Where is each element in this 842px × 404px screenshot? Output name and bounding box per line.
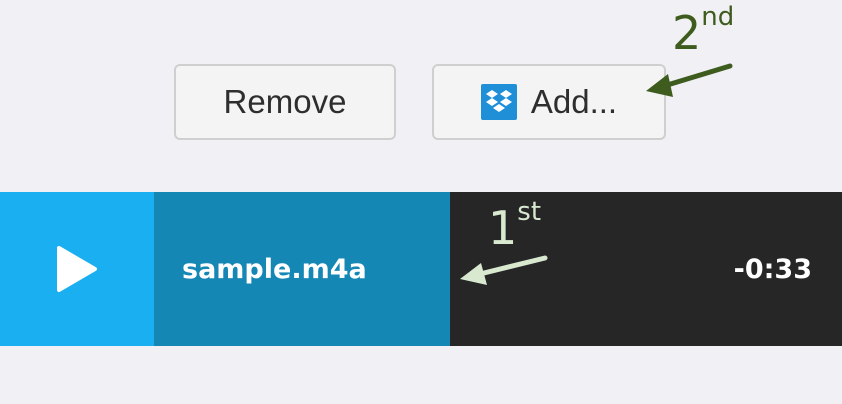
annotation-arrows bbox=[460, 63, 733, 285]
arrow-second bbox=[646, 63, 733, 97]
arrow-first bbox=[460, 255, 548, 285]
